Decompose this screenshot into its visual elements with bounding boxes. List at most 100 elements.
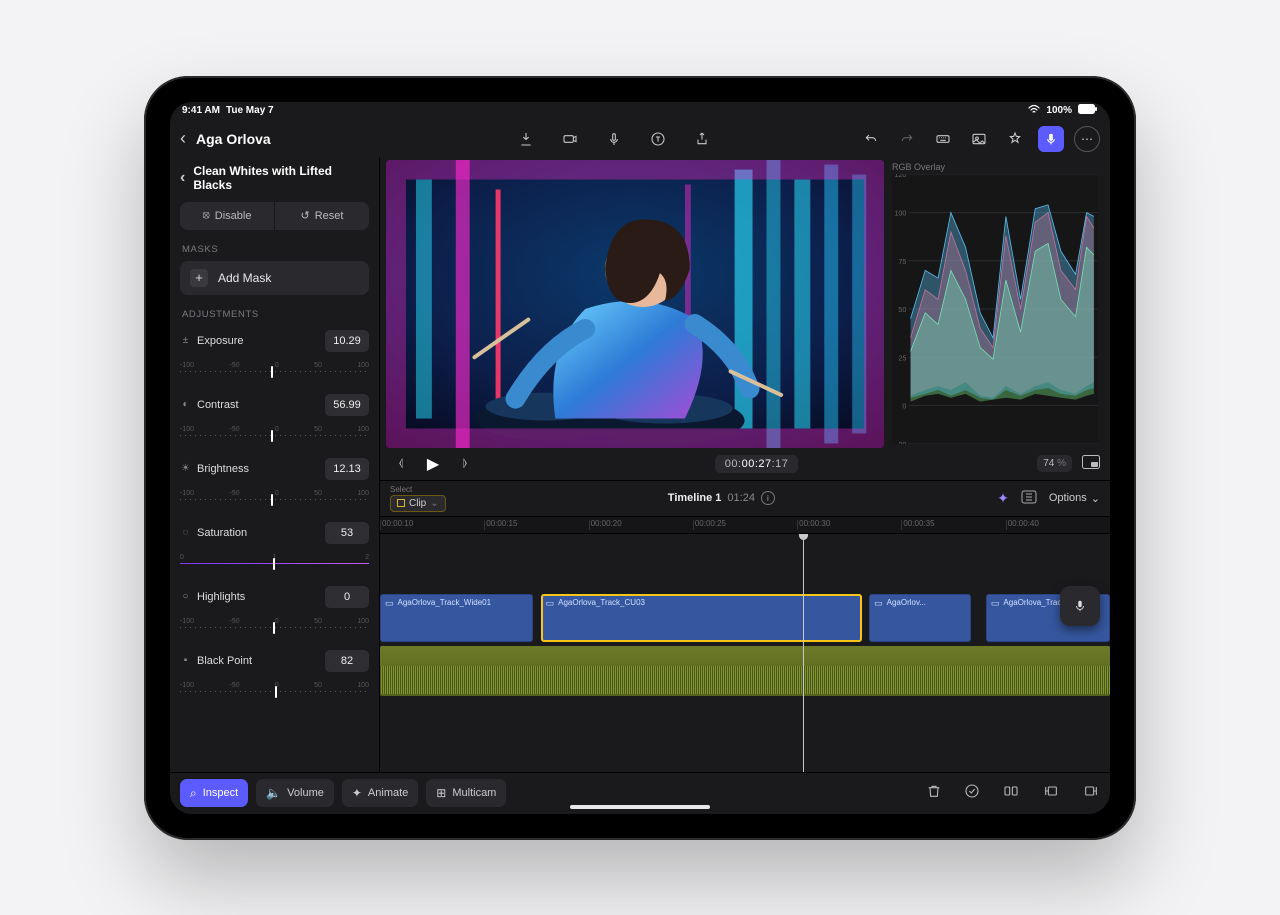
more-icon[interactable]: ⋯ — [1074, 126, 1100, 152]
masks-section-label: MASKS — [170, 240, 379, 259]
adjust-label: Brightness — [197, 463, 249, 475]
tool-icon[interactable] — [1021, 490, 1037, 507]
audio-clip[interactable] — [380, 646, 1110, 696]
timeline-clip[interactable]: ▭ AgaOrlova_Track_Wide01 — [380, 594, 533, 642]
adjust-icon: ± — [180, 335, 191, 346]
adjustment-highlights: ○Highlights0-100-50050100 — [170, 580, 379, 644]
inspector-back-button[interactable]: ‹ — [180, 169, 185, 187]
adjustment-black-point: ▪ Black Point 82 -100-50050100 — [170, 644, 379, 708]
add-mask-button[interactable]: + Add Mask — [180, 261, 369, 295]
record-button[interactable] — [1060, 586, 1100, 626]
adjust-value[interactable]: 0 — [325, 586, 369, 608]
adjust-value[interactable]: 56.99 — [325, 394, 369, 416]
titles-icon[interactable] — [645, 126, 671, 152]
timeline-options[interactable]: Options ⌄ — [1049, 492, 1100, 505]
trim-end-icon[interactable] — [1082, 783, 1100, 804]
tab-multicam[interactable]: ⊞Multicam — [426, 779, 506, 807]
svg-text:75: 75 — [898, 256, 906, 265]
adjust-label: Black Point — [197, 655, 252, 667]
reset-icon: ↺ — [301, 209, 310, 222]
voiceover-icon[interactable] — [601, 126, 627, 152]
adjustments-section-label: ADJUSTMENTS — [170, 305, 379, 324]
timeline-name: Timeline 1 — [668, 492, 722, 504]
camera-icon[interactable] — [557, 126, 583, 152]
tab-animate[interactable]: ✦Animate — [342, 779, 418, 807]
select-mode-label: Select — [390, 485, 446, 494]
adjust-value[interactable]: 12.13 — [325, 458, 369, 480]
timeline-duration: 01:24 — [727, 492, 755, 504]
chevron-updown-icon: ⌄ — [430, 498, 438, 509]
import-icon[interactable] — [513, 126, 539, 152]
share-icon[interactable] — [689, 126, 715, 152]
adjust-slider[interactable]: -100-50050100 — [180, 426, 369, 448]
svg-text:50: 50 — [898, 305, 906, 314]
ruler-tick: 00:00:10 — [382, 519, 413, 528]
adjust-icon: ▪ — [180, 655, 191, 666]
svg-text:25: 25 — [898, 353, 906, 362]
split-clip-icon[interactable] — [1002, 783, 1020, 804]
tab-volume[interactable]: 🔈Volume — [256, 779, 334, 807]
home-indicator[interactable] — [570, 805, 710, 809]
reset-button[interactable]: ↺ Reset — [274, 202, 369, 230]
clip-video-icon: ▭ — [385, 598, 394, 609]
prev-frame-button[interactable]: ⦉ — [390, 453, 412, 475]
battery-icon — [1078, 104, 1098, 117]
adjust-value[interactable]: 10.29 — [325, 330, 369, 352]
adjust-slider[interactable]: -100-50050100 — [180, 362, 369, 384]
scope-title: RGB Overlay — [892, 162, 1098, 172]
adjust-slider[interactable]: -100-50050100 — [180, 490, 369, 512]
timeline-info-icon[interactable]: i — [761, 491, 775, 505]
ruler-tick: 00:00:35 — [903, 519, 934, 528]
back-button[interactable]: ‹ — [180, 128, 186, 149]
voice-ai-icon[interactable] — [1038, 126, 1064, 152]
multicam-icon: ⊞ — [436, 786, 446, 800]
clip-label: AgaOrlov... — [887, 598, 926, 607]
adjust-label: Highlights — [197, 591, 245, 603]
clip-chip-icon — [397, 499, 405, 507]
adjust-slider[interactable]: 012 — [180, 554, 369, 576]
play-button[interactable]: ▶ — [422, 453, 444, 475]
keyboard-icon[interactable] — [930, 126, 956, 152]
adjust-value[interactable]: 82 — [325, 650, 369, 672]
pip-icon[interactable] — [1082, 455, 1100, 472]
ruler-tick: 00:00:15 — [486, 519, 517, 528]
redo-icon[interactable] — [894, 126, 920, 152]
svg-text:100: 100 — [894, 208, 906, 217]
inspector-panel: ‹ Clean Whites with Lifted Blacks ⦻ Disa… — [170, 158, 380, 772]
trim-start-icon[interactable] — [1042, 783, 1060, 804]
tab-inspect[interactable]: ⌕Inspect — [180, 779, 248, 807]
disable-button[interactable]: ⦻ Disable — [180, 202, 274, 230]
adjust-label: Saturation — [197, 527, 247, 539]
chevron-down-icon: ⌄ — [1091, 492, 1100, 505]
next-frame-button[interactable]: ⦊ — [454, 453, 476, 475]
ruler-tick: 00:00:25 — [695, 519, 726, 528]
ruler-tick: 00:00:30 — [799, 519, 830, 528]
timecode-display[interactable]: 00:00:27:17 — [715, 455, 799, 473]
adjust-icon: ☀ — [180, 463, 191, 474]
svg-text:-20: -20 — [896, 440, 906, 444]
zoom-display[interactable]: 74 % — [1037, 455, 1072, 472]
video-scope: RGB Overlay 1201007550250-20 — [884, 160, 1104, 448]
adjust-slider[interactable]: -100-50050100 — [180, 618, 369, 640]
plus-icon: + — [190, 269, 208, 287]
magnetic-icon[interactable]: ✦ — [997, 490, 1009, 507]
timeline-ruler[interactable]: 00:00:1000:00:1500:00:2000:00:2500:00:30… — [380, 516, 1110, 534]
video-viewer[interactable] — [386, 160, 884, 448]
timeline-body[interactable]: ▭ AgaOrlova_Track_Wide01 ▭AgaOrlova_Track_… — [380, 534, 1110, 772]
timeline-clip[interactable]: ▭AgaOrlova_Track_CU03 — [541, 594, 862, 642]
playhead[interactable] — [803, 534, 804, 772]
effects-icon[interactable] — [1002, 126, 1028, 152]
scope-chart[interactable]: 1201007550250-20 — [892, 174, 1098, 444]
adjust-slider[interactable]: -100-50050100 — [180, 682, 369, 704]
battery-percent: 100% — [1046, 105, 1072, 116]
clip-label: AgaOrlova_Trac — [1003, 598, 1061, 607]
select-mode-chip[interactable]: Clip ⌄ — [390, 495, 446, 512]
adjustment-exposure: ±Exposure10.29-100-50050100 — [170, 324, 379, 388]
adjust-value[interactable]: 53 — [325, 522, 369, 544]
enable-clip-icon[interactable] — [964, 783, 980, 804]
media-icon[interactable] — [966, 126, 992, 152]
undo-icon[interactable] — [858, 126, 884, 152]
clip-label: AgaOrlova_Track_Wide01 — [398, 598, 492, 607]
timeline-clip[interactable]: ▭AgaOrlov... — [869, 594, 971, 642]
delete-icon[interactable] — [926, 783, 942, 804]
